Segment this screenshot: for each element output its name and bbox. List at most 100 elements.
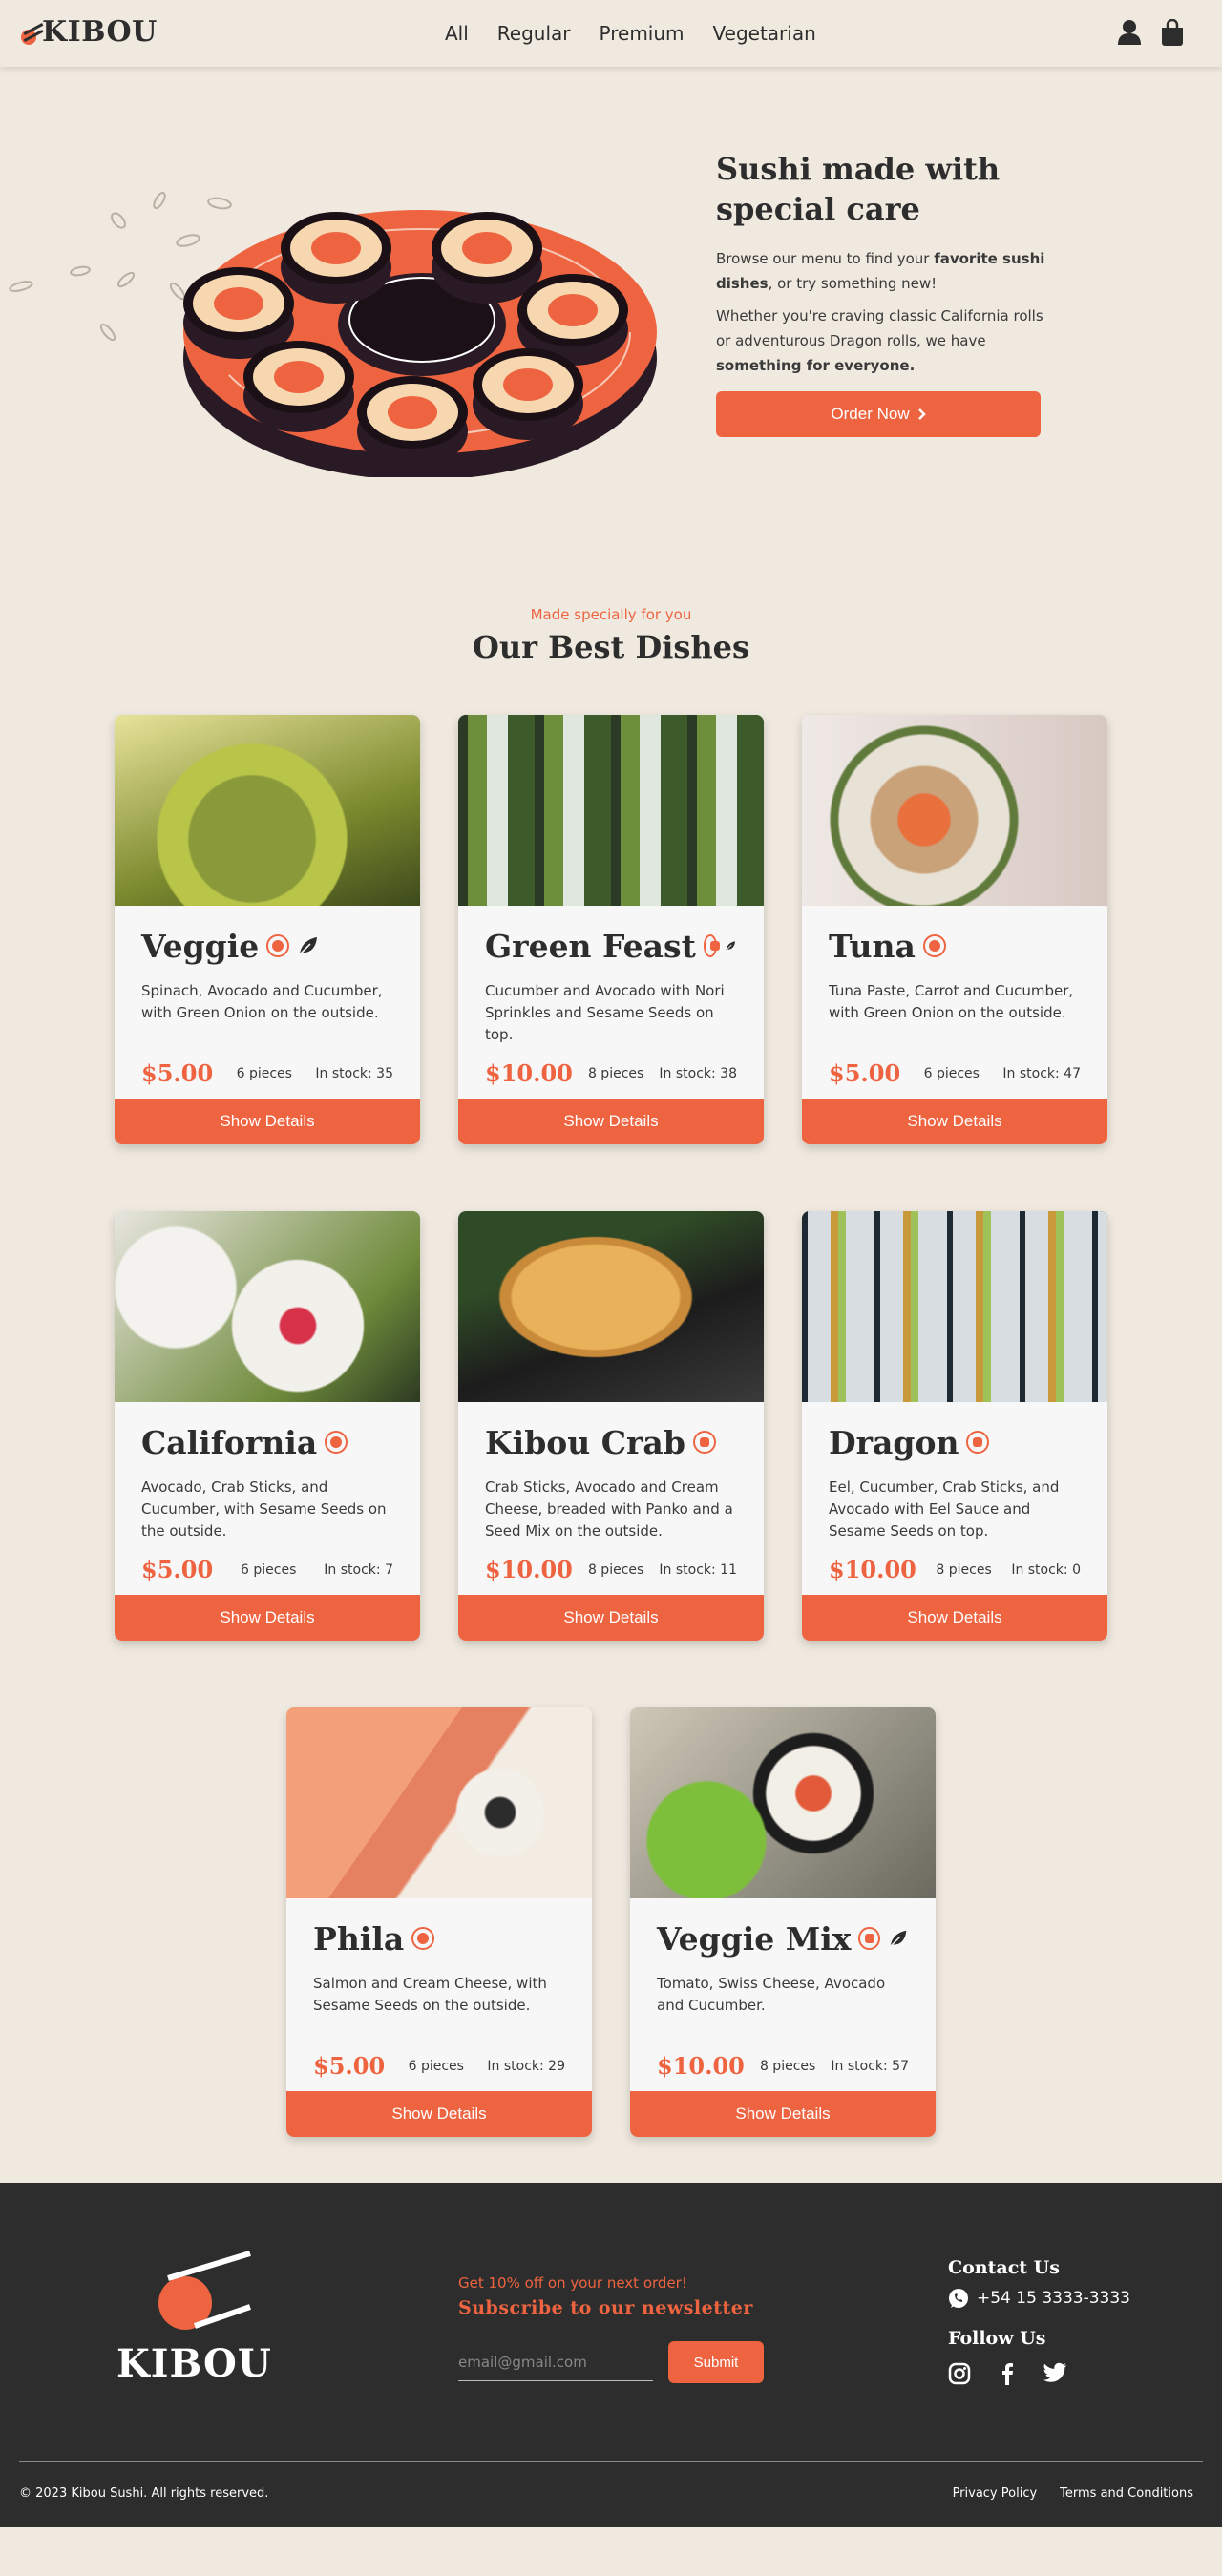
dish-photo[interactable] (802, 715, 1107, 906)
dish-price: $5.00 (141, 1556, 214, 1583)
premium-icon (692, 1431, 716, 1454)
dish-stock: In stock: 57 (831, 2058, 909, 2074)
dish-description: Cucumber and Avocado with Nori Sprinkles… (485, 982, 725, 1043)
brand-logo[interactable]: KIBOU (19, 15, 158, 49)
show-details-button[interactable]: Show Details (802, 1595, 1107, 1641)
show-details-button[interactable]: Show Details (286, 2091, 592, 2137)
hero-intro: Browse our menu to find your favorite su… (716, 250, 1045, 292)
dish-stock: In stock: 47 (1002, 1065, 1081, 1081)
sushi-platter-illustration (0, 124, 668, 481)
copyright-text: © 2023 Kibou Sushi. All rights reserved. (19, 2486, 269, 2501)
chevron-right-icon (917, 408, 926, 420)
show-details-button[interactable]: Show Details (115, 1595, 420, 1641)
contact-block: Contact Us +54 15 3333-3333 Follow Us (948, 2257, 1130, 2389)
email-field[interactable] (458, 2343, 653, 2381)
dish-price: $10.00 (657, 2052, 745, 2080)
footer-brand-name: KIBOU (116, 2341, 272, 2386)
dish-price: $10.00 (485, 1059, 573, 1087)
show-details-button[interactable]: Show Details (115, 1099, 420, 1144)
social-links (948, 2362, 1130, 2389)
premium-icon (858, 1927, 880, 1950)
dish-card: Veggie Mix Tomato, Swiss Cheese, Avocado … (630, 1707, 936, 2137)
privacy-policy-link[interactable]: Privacy Policy (953, 2486, 1038, 2501)
twitter-icon[interactable] (1043, 2362, 1066, 2389)
dish-price: $5.00 (313, 2052, 386, 2080)
premium-icon (703, 934, 720, 957)
dish-pieces: 8 pieces (936, 1561, 992, 1578)
leaf-icon (890, 1930, 907, 1947)
dish-name: Phila (313, 1919, 405, 1958)
show-details-button[interactable]: Show Details (802, 1099, 1107, 1144)
dish-stock: In stock: 0 (1011, 1561, 1081, 1578)
dish-pieces: 6 pieces (236, 1065, 292, 1081)
order-now-button[interactable]: Order Now (716, 391, 1041, 437)
dish-stock: In stock: 35 (315, 1065, 393, 1081)
show-details-button[interactable]: Show Details (630, 2091, 936, 2137)
newsletter-form: Submit (458, 2341, 764, 2383)
sushi-icon (922, 934, 946, 957)
newsletter-block: Get 10% off on your next order! Subscrib… (458, 2274, 764, 2383)
dish-photo[interactable] (458, 1211, 764, 1402)
dish-description: Crab Sticks, Avocado and Cream Cheese, b… (485, 1478, 733, 1539)
nav-link-regular[interactable]: Regular (497, 22, 571, 45)
terms-link[interactable]: Terms and Conditions (1060, 2486, 1193, 2501)
dish-description: Salmon and Cream Cheese, with Sesame See… (313, 1975, 547, 2014)
dish-description: Tuna Paste, Carrot and Cucumber, with Gr… (829, 982, 1074, 1021)
dish-stock: In stock: 38 (659, 1065, 737, 1081)
dish-stock: In stock: 11 (659, 1561, 737, 1578)
nav-link-all[interactable]: All (445, 22, 469, 45)
dish-name: Veggie (141, 927, 260, 965)
hero-description: Whether you're craving classic Californi… (716, 307, 1043, 374)
dish-photo[interactable] (458, 715, 764, 906)
dish-photo[interactable] (115, 715, 420, 906)
phone-row[interactable]: +54 15 3333-3333 (948, 2288, 1130, 2309)
shopping-bag-icon[interactable] (1161, 18, 1184, 50)
dish-card: Dragon Eel, Cucumber, Crab Sticks, and Av… (802, 1211, 1107, 1641)
section-title: Our Best Dishes (472, 629, 750, 665)
hero-section: Sushi made with special care Browse our … (0, 67, 1222, 480)
footer-logo: KIBOU (115, 2250, 271, 2386)
dish-pieces: 6 pieces (241, 1561, 297, 1578)
dish-card: Veggie Spinach, Avocado and Cucumber, wit… (115, 715, 420, 1144)
dish-photo[interactable] (630, 1707, 936, 1898)
dish-photo[interactable] (802, 1211, 1107, 1402)
dish-card: Kibou Crab Crab Sticks, Avocado and Cream… (458, 1211, 764, 1641)
legal-links: Privacy Policy Terms and Conditions (953, 2486, 1193, 2501)
dish-name: Dragon (829, 1423, 959, 1461)
dish-card: Tuna Tuna Paste, Carrot and Cucumber, wit… (802, 715, 1107, 1144)
dish-price: $10.00 (485, 1556, 573, 1583)
nav-link-vegetarian[interactable]: Vegetarian (713, 22, 816, 45)
leaf-icon (299, 937, 318, 955)
dish-name: Green Feast (485, 927, 696, 965)
dish-pieces: 8 pieces (759, 2058, 816, 2074)
sushi-icon (266, 934, 290, 957)
dish-card: Green Feast Cucumber and Avocado with Nor… (458, 715, 764, 1144)
promo-subtitle: Get 10% off on your next order! (458, 2274, 687, 2292)
dish-name: Veggie Mix (657, 1919, 852, 1958)
instagram-icon[interactable] (948, 2362, 971, 2389)
dish-photo[interactable] (286, 1707, 592, 1898)
dish-description: Avocado, Crab Sticks, and Cucumber, with… (141, 1478, 387, 1539)
dish-price: $10.00 (829, 1556, 916, 1583)
dish-pieces: 8 pieces (587, 1561, 644, 1578)
sushi-icon (411, 1927, 435, 1950)
newsletter-title: Subscribe to our newsletter (458, 2297, 753, 2318)
dish-description: Spinach, Avocado and Cucumber, with Gree… (141, 982, 383, 1021)
brand-name: KIBOU (42, 15, 158, 49)
premium-icon (966, 1431, 990, 1454)
show-details-button[interactable]: Show Details (458, 1595, 764, 1641)
nav-link-premium[interactable]: Premium (600, 22, 685, 45)
dish-grid: Veggie Spinach, Avocado and Cucumber, wit… (0, 665, 1222, 2183)
hero-text-block: Sushi made with special care Browse our … (716, 149, 1045, 437)
sushi-icon (325, 1431, 348, 1454)
footer-divider (19, 2461, 1203, 2462)
top-navbar: KIBOU All Regular Premium Vegetarian (0, 0, 1222, 67)
dish-photo[interactable] (115, 1211, 420, 1402)
user-icon[interactable] (1117, 19, 1142, 50)
dish-card: California Avocado, Crab Sticks, and Cucu… (115, 1211, 420, 1641)
facebook-icon[interactable] (996, 2362, 1019, 2389)
dish-stock: In stock: 29 (487, 2058, 565, 2074)
submit-button[interactable]: Submit (668, 2341, 764, 2383)
show-details-button[interactable]: Show Details (458, 1099, 764, 1144)
dish-description: Tomato, Swiss Cheese, Avocado and Cucumb… (657, 1975, 886, 2014)
